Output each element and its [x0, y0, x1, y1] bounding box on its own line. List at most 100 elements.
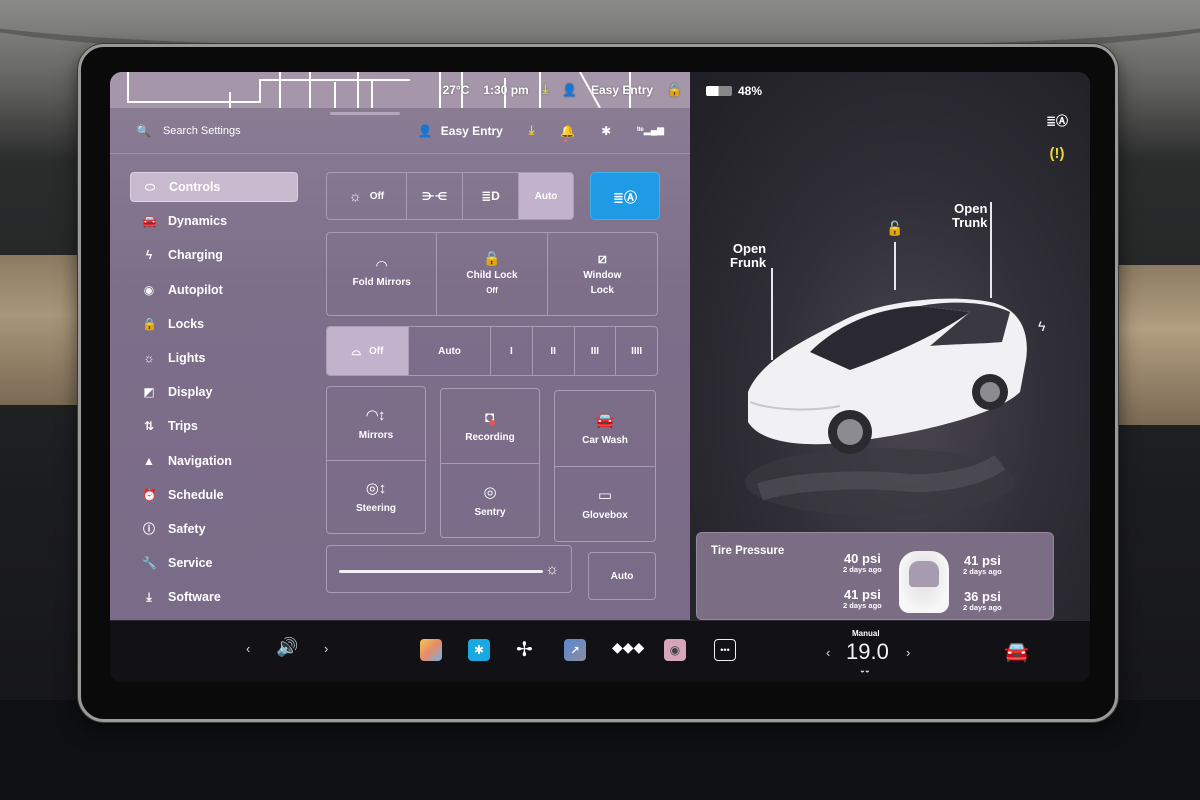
sidebar-item-dynamics[interactable]: 🚘 Dynamics	[130, 206, 298, 236]
settings-header: 🔍 Search Settings 👤 Easy Entry ⤓ 🔔 ✱ ˡᵗᵉ…	[110, 108, 690, 154]
profile-name: Easy Entry	[440, 123, 503, 138]
wiper-speed-3-option[interactable]: III	[575, 327, 617, 375]
mirror-adjust-icon: ◠↕	[366, 406, 386, 424]
charge-port-icon[interactable]: ϟ	[1038, 318, 1045, 334]
child-lock-button[interactable]: 🔒 Child Lock Off	[437, 233, 548, 315]
status-profile-name[interactable]: Easy Entry	[591, 83, 653, 97]
glovebox-button[interactable]: ▭ Glovebox	[555, 467, 655, 542]
tire-pressure-card[interactable]: Tire Pressure 40 psi 2 days ago 41 psi 2…	[696, 532, 1054, 620]
status-bar: 27°C 1:30 pm ⤓ 👤 Easy Entry 🔓	[443, 82, 682, 97]
volume-icon[interactable]: 🔊	[276, 637, 298, 658]
sidebar-item-display[interactable]: ◩ Display	[130, 377, 298, 407]
sidebar-item-label: Display	[168, 385, 213, 400]
search-icon: 🔍	[136, 123, 151, 138]
sidebar-item-label: Dynamics	[168, 214, 228, 229]
wood-trim-right	[1105, 265, 1200, 425]
wiper-speed-1-option[interactable]: I	[491, 327, 533, 375]
car-controls-icon[interactable]: 🚘	[1004, 639, 1029, 664]
child-lock-icon: 🔒	[483, 249, 501, 266]
bottom-dock: ‹ 🔊 › ✱ ✢ ↗ ◆◆◆ ◉ ••• ‹ Manual 19.0 › ◒◒…	[110, 620, 1090, 682]
trips-icon: ⇅	[143, 419, 155, 434]
glovebox-icon: ▭	[597, 487, 613, 505]
temp-down-button[interactable]: ‹	[826, 645, 830, 660]
profile-icon: 👤	[562, 82, 577, 97]
low-beam-option[interactable]: ≣D	[463, 173, 519, 219]
headlight-selector: ☼ Off ⋺⋲ ≣D Auto	[326, 172, 574, 220]
temp-up-button[interactable]: ›	[906, 645, 910, 660]
car-wash-button[interactable]: 🚘 Car Wash	[555, 391, 655, 467]
fan-icon[interactable]: ✢	[516, 637, 533, 662]
sidebar-item-locks[interactable]: 🔒 Locks	[130, 309, 298, 339]
wiper-icon: ⌓	[351, 343, 362, 358]
map-preview[interactable]: 27°C 1:30 pm ⤓ 👤 Easy Entry 🔓	[110, 72, 690, 108]
cabin-temperature[interactable]: 19.0	[846, 639, 889, 665]
recording-button[interactable]: ◘ Recording	[441, 389, 539, 464]
sidebar-item-trips[interactable]: ⇅ Trips	[130, 411, 298, 441]
settings-sidebar: ⬭ Controls 🚘 Dynamics ϟ Charging ◉ Autopilot 🔒 Lo…	[130, 172, 298, 616]
auto-high-beam-icon: ≣Ⓐ	[613, 189, 637, 205]
steering-adjust-icon: ◎↕	[365, 480, 387, 498]
volume-up-button[interactable]: ›	[324, 641, 328, 656]
bluetooth-icon[interactable]: ✱	[601, 124, 611, 138]
volume-down-button[interactable]: ‹	[246, 641, 250, 656]
wood-trim-left	[0, 255, 80, 405]
parking-lights-icon: ⋺⋲	[421, 190, 448, 203]
brightness-auto-button[interactable]: Auto	[588, 552, 656, 600]
sidebar-item-service[interactable]: 🔧 Service	[130, 548, 298, 578]
headlight-off-option[interactable]: ☼ Off	[327, 173, 407, 219]
fold-mirrors-button[interactable]: ◠ Fold Mirrors	[327, 233, 438, 315]
window-lock-button[interactable]: ⧄ Window Lock	[548, 233, 657, 315]
auto-high-beam-button[interactable]: ≣Ⓐ	[590, 172, 660, 220]
mirror-icon: ◠	[376, 257, 388, 273]
parking-lights-option[interactable]: ⋺⋲	[407, 173, 463, 219]
steering-wheel-icon: ◉	[143, 282, 155, 297]
headlight-auto-option[interactable]: Auto	[519, 173, 573, 219]
wiper-off-option[interactable]: ⌓ Off	[327, 327, 409, 375]
sun-icon: ☼	[348, 188, 362, 204]
mirrors-adjust-button[interactable]: ◠↕ Mirrors	[327, 387, 425, 461]
download-icon[interactable]: ⤓	[529, 123, 534, 138]
low-beam-icon: ≣D	[481, 189, 500, 203]
quick-controls: ◠ Fold Mirrors 🔒 Child Lock Off ⧄ Window…	[326, 232, 658, 316]
toybox-icon[interactable]	[420, 639, 442, 661]
battery-percent: 48%	[738, 84, 763, 98]
tire-rear-right: 36 psi 2 days ago	[963, 589, 1002, 612]
sentry-icon: ◎	[483, 483, 497, 501]
sidebar-item-charging[interactable]: ϟ Charging	[130, 240, 298, 270]
profile-button[interactable]: 👤 Easy Entry	[418, 124, 503, 138]
sidebar-item-autopilot[interactable]: ◉ Autopilot	[130, 275, 298, 305]
camera-icon[interactable]: ◉	[664, 639, 686, 661]
touchscreen: 27°C 1:30 pm ⤓ 👤 Easy Entry 🔓 🔍 Search S…	[110, 72, 1090, 682]
navigation-app-icon[interactable]: ↗	[564, 639, 586, 661]
sentry-button[interactable]: ◎ Sentry	[441, 464, 539, 538]
search-settings-input[interactable]: 🔍 Search Settings	[136, 124, 418, 138]
window-lock-icon: ⧄	[597, 249, 607, 266]
sidebar-item-controls[interactable]: ⬭ Controls	[130, 172, 298, 202]
steering-adjust-button[interactable]: ◎↕ Steering	[327, 461, 425, 534]
tidal-icon[interactable]: ◆◆◆	[612, 639, 644, 656]
sidebar-item-navigation[interactable]: ▲ Navigation	[130, 446, 298, 476]
sidebar-item-schedule[interactable]: ⏰ Schedule	[130, 480, 298, 510]
more-icon[interactable]: •••	[714, 639, 736, 661]
clock: 1:30 pm	[483, 82, 529, 97]
tire-pressure-title: Tire Pressure	[711, 545, 785, 557]
sidebar-item-label: Navigation	[168, 453, 232, 468]
bluetooth-app-icon[interactable]: ✱	[468, 639, 490, 661]
sidebar-item-lights[interactable]: ☼ Lights	[130, 343, 298, 373]
car-lock-icon[interactable]: 🔓	[886, 220, 903, 237]
sidebar-item-label: Service	[168, 556, 213, 571]
seat-heater-icon[interactable]: ◒◒	[860, 666, 870, 675]
open-frunk-button[interactable]: Open Frunk	[730, 242, 766, 270]
sidebar-item-safety[interactable]: ⓘ Safety	[130, 514, 298, 544]
wiper-auto-option[interactable]: Auto	[409, 327, 491, 375]
display-brightness-control: ☼	[326, 545, 572, 593]
bell-icon[interactable]: 🔔	[560, 124, 575, 142]
sidebar-item-software[interactable]: ⤓ Software	[130, 582, 298, 612]
wiper-speed-2-option[interactable]: II	[533, 327, 575, 375]
open-trunk-button[interactable]: Open Trunk	[952, 202, 987, 230]
wiper-speed-4-option[interactable]: IIII	[616, 327, 657, 375]
brightness-slider[interactable]	[339, 570, 543, 573]
outside-temperature: 27°C	[442, 82, 470, 97]
tpms-warning-icon: (!)	[1049, 145, 1065, 162]
unlock-icon[interactable]: 🔓	[667, 83, 682, 97]
